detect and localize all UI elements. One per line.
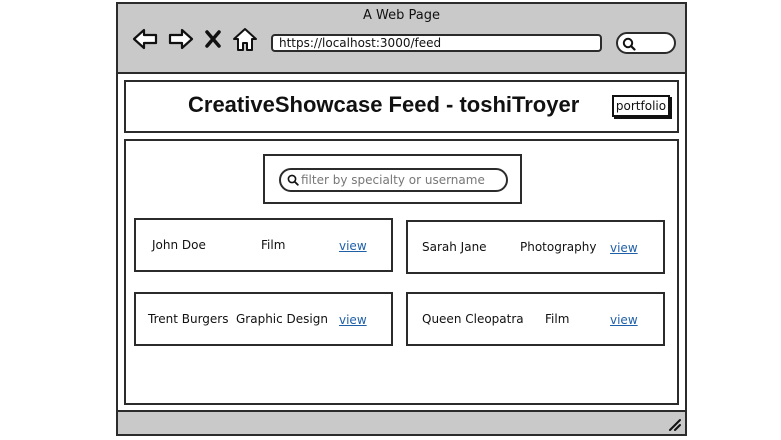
filter-input[interactable] [301,171,501,189]
status-bar [118,410,685,434]
filter-field[interactable] [279,168,508,192]
view-link[interactable]: view [339,239,367,253]
creator-name: Queen Cleopatra [422,312,524,326]
creator-name: Sarah Jane [422,240,487,254]
forward-button[interactable] [166,25,196,53]
creator-specialty: Film [261,238,286,252]
forward-arrow-icon [168,28,194,50]
address-bar[interactable]: https://localhost:3000/feed [271,34,602,52]
search-icon [622,37,636,51]
resize-grip-icon[interactable] [667,417,681,431]
page-title: CreativeShowcase Feed - toshiTroyer [188,92,580,117]
browser-window: A Web Page https://localhost:3000/feed C… [116,2,687,436]
creator-card: Trent Burgers Graphic Design view [134,292,393,346]
back-arrow-icon [132,28,158,50]
creator-specialty: Photography [520,240,597,254]
search-icon [287,174,299,186]
stop-button[interactable] [202,25,224,53]
view-link[interactable]: view [610,241,638,255]
view-link[interactable]: view [339,313,367,327]
creator-specialty: Graphic Design [236,312,328,326]
home-button[interactable] [230,25,260,53]
filter-panel [263,154,522,204]
creator-card: John Doe Film view [134,218,393,272]
back-button[interactable] [130,25,160,53]
close-x-icon [205,30,221,48]
creator-card: Queen Cleopatra Film view [406,292,665,346]
creator-name: John Doe [152,238,206,252]
portfolio-button[interactable]: portfolio [612,95,670,117]
feed-content: John Doe Film view Sarah Jane Photograph… [124,139,679,405]
browser-chrome: A Web Page https://localhost:3000/feed [118,4,685,74]
creator-specialty: Film [545,312,570,326]
browser-search-field[interactable] [616,32,676,54]
view-link[interactable]: view [610,313,638,327]
creator-name: Trent Burgers [148,312,229,326]
home-icon [233,28,257,51]
creator-card: Sarah Jane Photography view [406,220,665,274]
page-header: CreativeShowcase Feed - toshiTroyer port… [124,80,679,133]
window-title: A Web Page [363,8,440,23]
